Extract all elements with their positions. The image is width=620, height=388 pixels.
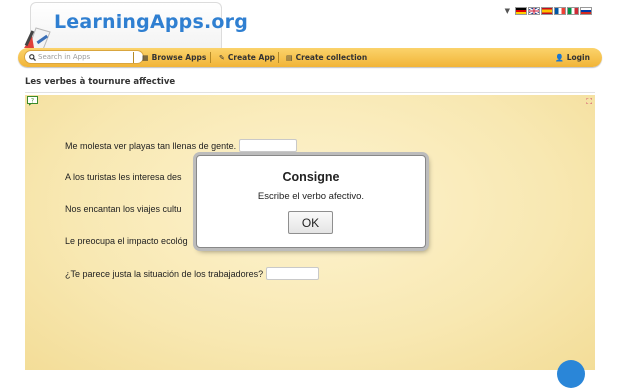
create-app-link[interactable]: ✎ Create App	[219, 48, 275, 67]
sentence-text: Le preocupa el impacto ecológ	[65, 236, 188, 246]
sentence-text: ¿Te parece justa la situación de los tra…	[65, 268, 264, 279]
navbar-divider	[278, 52, 279, 63]
create-collection-link[interactable]: ▤ Create collection	[286, 48, 367, 67]
pencil-icon: ✎	[219, 53, 225, 62]
browse-apps-link[interactable]: ▦ Browse Apps	[142, 48, 206, 67]
grid-icon: ▦	[142, 53, 149, 62]
instructions-dialog: Consigne Escribe el verbo afectivo. OK	[196, 155, 426, 248]
navbar-divider	[210, 52, 211, 63]
logo-text: LearningApps.org	[54, 11, 249, 33]
user-icon: 👤	[555, 53, 564, 62]
sentence-row: ¿Te parece justa la situación de los tra…	[65, 267, 320, 280]
navbar-divider	[133, 52, 134, 63]
flag-fr-icon[interactable]	[554, 7, 566, 15]
logo[interactable]: LearningApps.org	[22, 2, 248, 52]
sentence-text: Nos encantan los viajes cultu	[65, 204, 182, 214]
floating-action-button[interactable]	[557, 360, 585, 388]
page-title: Les verbes à tournure affective	[25, 77, 176, 87]
create-collection-label: Create collection	[295, 53, 368, 62]
sentence-row: Le preocupa el impacto ecológ	[65, 236, 188, 246]
flag-it-icon[interactable]	[567, 7, 579, 15]
main-navbar: ▦ Browse Apps ✎ Create App ▤ Create coll…	[18, 48, 602, 67]
answer-input[interactable]	[239, 139, 298, 152]
sentence-row: Me molesta ver playas tan llenas de gent…	[65, 139, 298, 152]
sentence-text: A los turistas les interesa des	[65, 172, 182, 182]
search-icon	[29, 53, 36, 61]
sentence-row: Nos encantan los viajes cultu	[65, 204, 182, 214]
fullscreen-icon[interactable]: ⛶	[586, 97, 592, 107]
flag-ru-icon[interactable]	[580, 7, 592, 15]
create-app-label: Create App	[227, 53, 276, 62]
sentence-text: Me molesta ver playas tan llenas de gent…	[65, 140, 237, 151]
svg-text:?: ?	[31, 98, 34, 105]
flag-en-icon[interactable]	[528, 7, 540, 15]
sentence-row: A los turistas les interesa des	[65, 172, 182, 182]
dropdown-arrow-icon[interactable]: ▼	[505, 7, 510, 15]
login-label: Login	[566, 53, 590, 62]
dialog-title: Consigne	[282, 170, 340, 184]
login-link[interactable]: 👤 Login	[555, 48, 590, 67]
collection-icon: ▤	[286, 53, 293, 62]
search-input[interactable]	[36, 53, 138, 61]
flag-de-icon[interactable]	[515, 7, 527, 15]
answer-input[interactable]	[266, 267, 320, 280]
flag-es-icon[interactable]	[541, 7, 553, 15]
search-box[interactable]	[24, 50, 144, 64]
browse-apps-label: Browse Apps	[151, 53, 207, 62]
dialog-message: Escribe el verbo afectivo.	[257, 191, 365, 202]
title-divider	[25, 92, 595, 93]
language-selector[interactable]: ▼	[505, 7, 592, 15]
ok-button[interactable]: OK	[288, 211, 333, 234]
instructions-icon[interactable]: ?	[27, 96, 38, 106]
